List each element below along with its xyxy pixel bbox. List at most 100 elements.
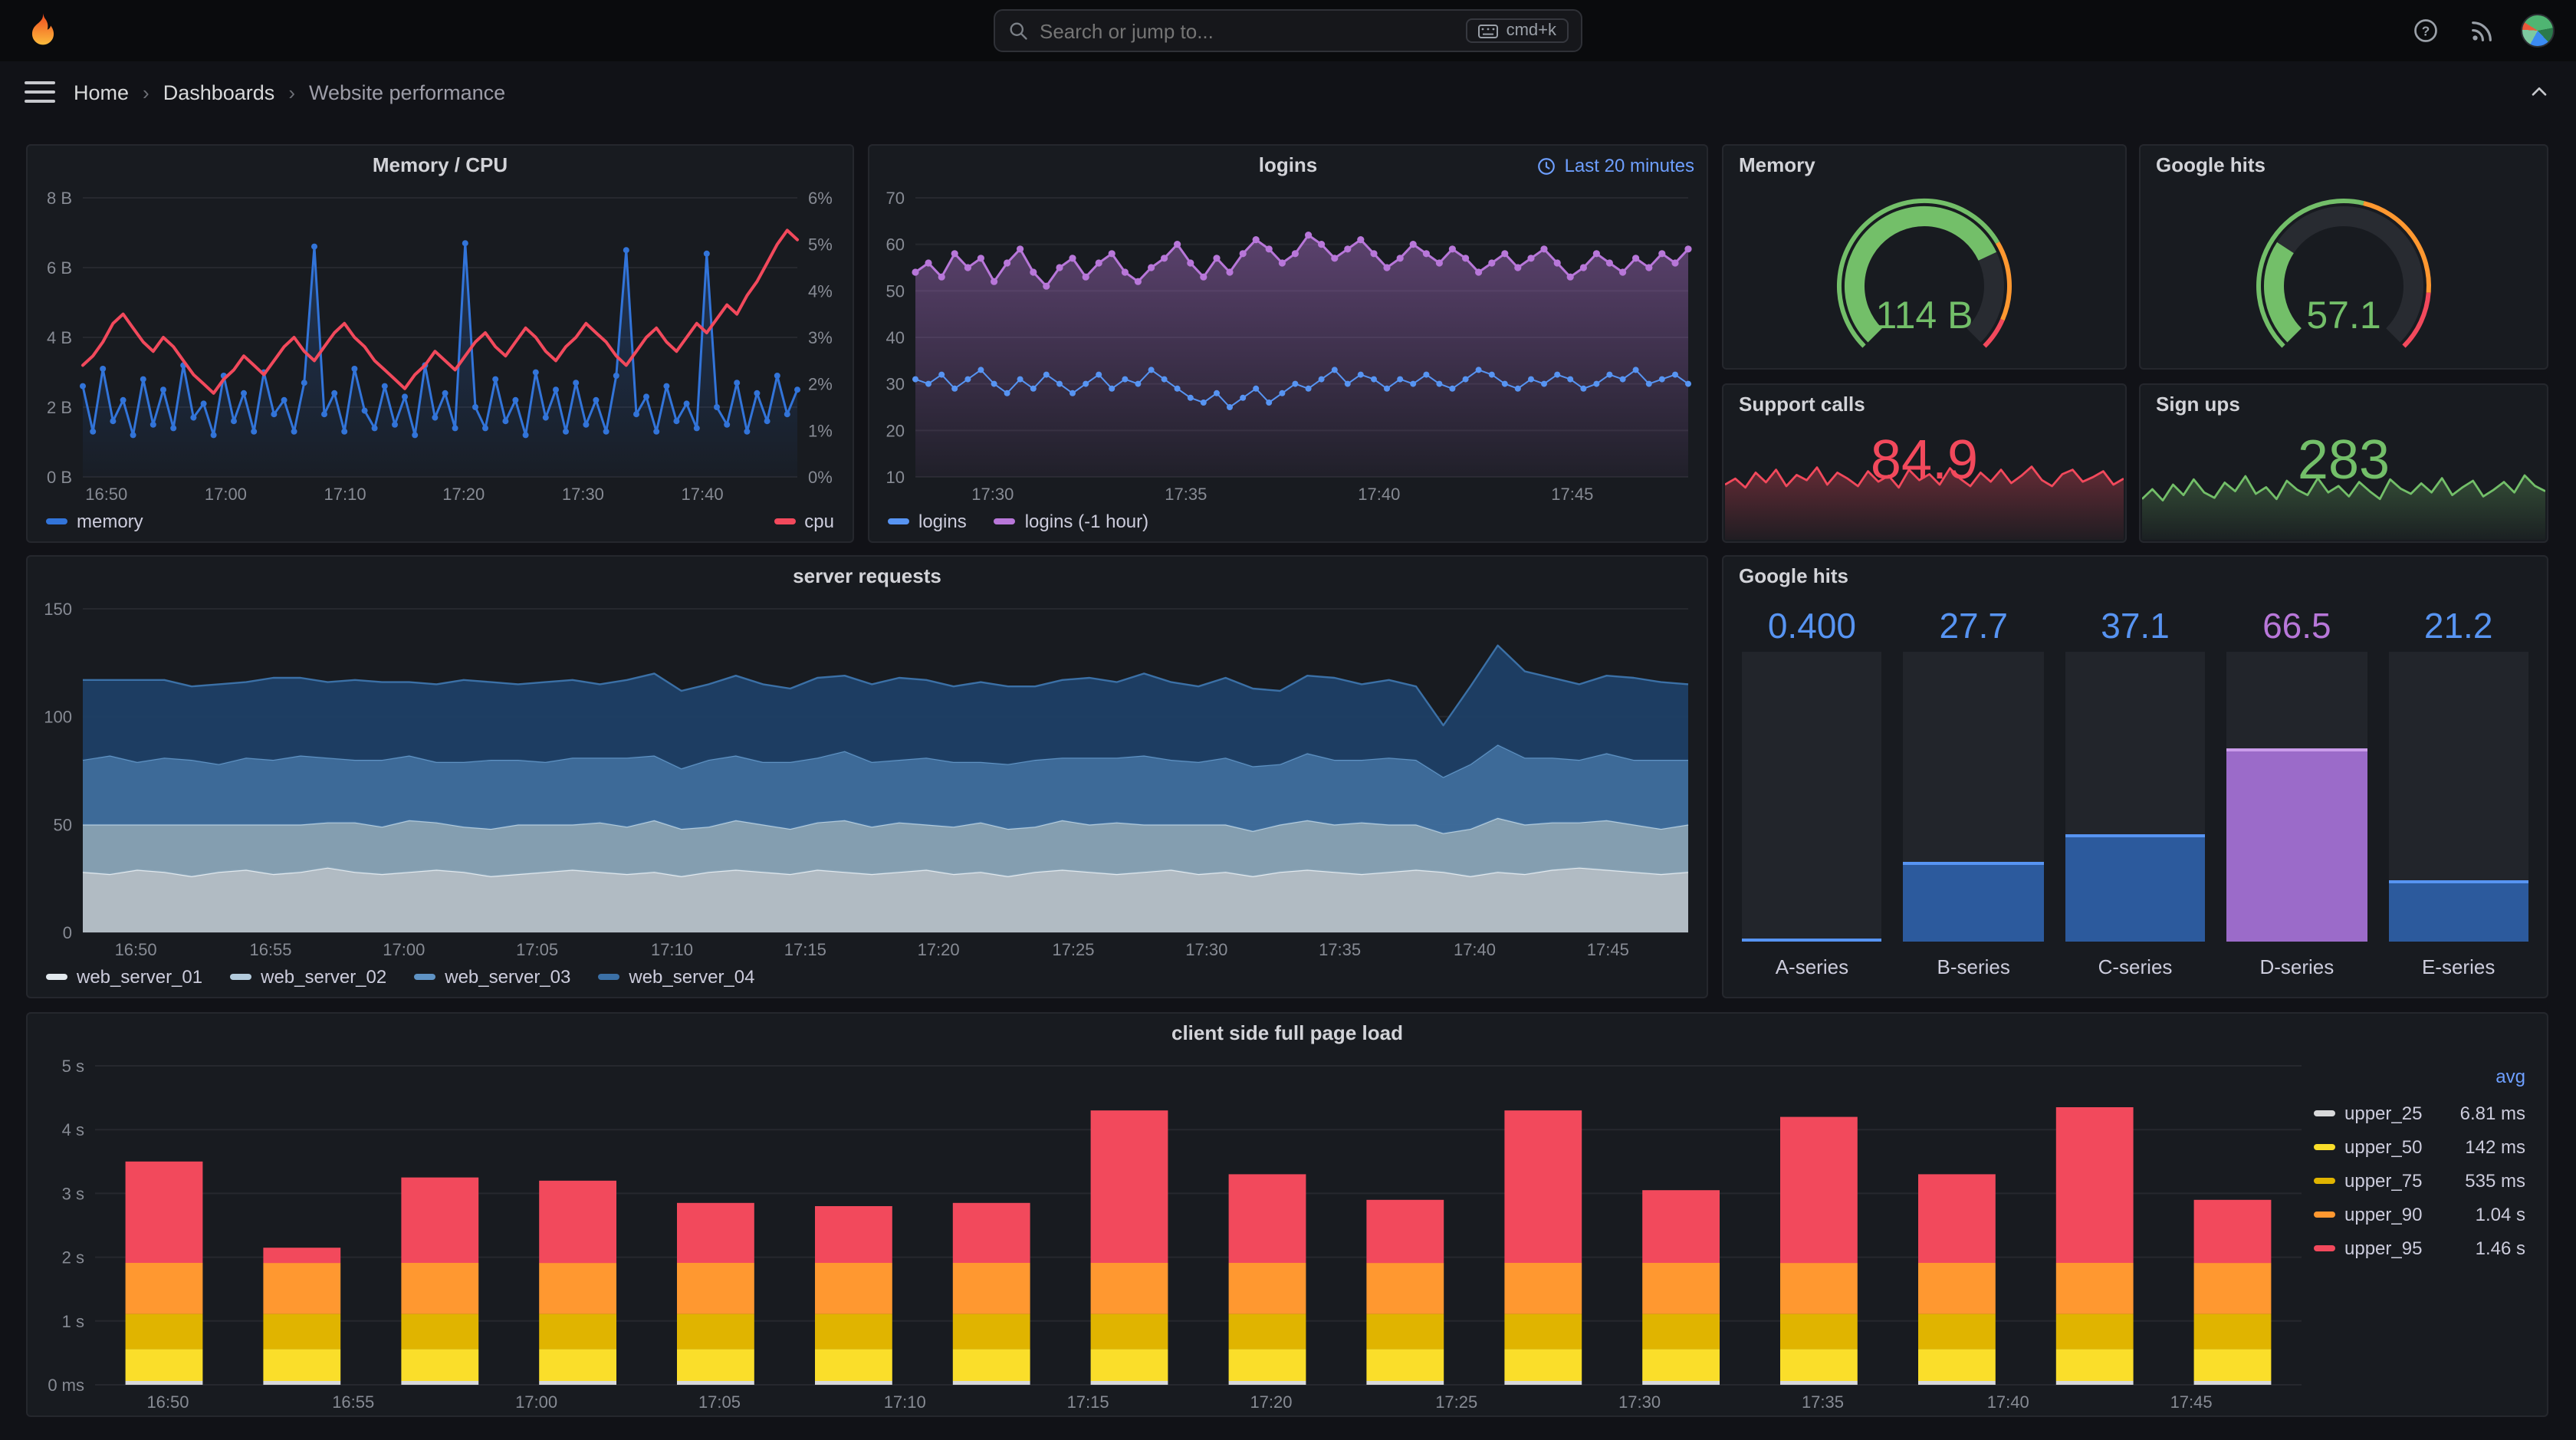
legend-item-upper_50[interactable]: upper_50 142 ms	[2314, 1132, 2525, 1161]
help-button[interactable]: ?	[2410, 15, 2441, 46]
panel-title[interactable]: Google hits	[1723, 557, 2547, 597]
svg-text:17:35: 17:35	[1165, 485, 1207, 504]
legend-label: logins (-1 hour)	[1024, 511, 1149, 532]
legend-item-web-server-01[interactable]: web_server_01	[46, 966, 202, 988]
panel-title[interactable]: Sign ups	[2141, 385, 2547, 425]
panel-title[interactable]: client side full page load	[28, 1014, 2547, 1054]
svg-text:17:20: 17:20	[918, 940, 960, 959]
panel-title[interactable]: server requests	[28, 557, 1707, 597]
svg-text:16:50: 16:50	[146, 1392, 189, 1412]
panel-title[interactable]: Support calls	[1723, 385, 2125, 425]
panel-title[interactable]: Google hits	[2141, 146, 2547, 186]
legend-label: web_server_04	[629, 966, 755, 988]
panel-memory-gauge: Memory 114 B	[1722, 144, 2127, 370]
legend-item-logins[interactable]: logins	[888, 511, 967, 532]
legend-item-logins-1hour[interactable]: logins (-1 hour)	[994, 511, 1148, 532]
svg-text:6 B: 6 B	[47, 258, 72, 278]
memory-gauge: 114 B	[1723, 186, 2125, 368]
legend-item-upper_25[interactable]: upper_25 6.81 ms	[2314, 1098, 2525, 1127]
svg-text:17:35: 17:35	[1319, 940, 1361, 959]
svg-text:0%: 0%	[808, 468, 833, 487]
panel-google-hits-bars: Google hits 0.400 A-series 27.7 B-series 37.…	[1722, 555, 2548, 998]
legend-label: web_server_03	[445, 966, 571, 988]
series-marker	[2314, 1143, 2335, 1149]
panel-time-range[interactable]: Last 20 minutes	[1537, 146, 1694, 186]
legend-avg-value: 142 ms	[2465, 1136, 2525, 1157]
legend-sort-avg[interactable]: avg	[2314, 1066, 2525, 1093]
legend-label: upper_25	[2344, 1102, 2423, 1123]
support-calls-stat: 84.9	[1723, 425, 2125, 541]
server-requests-chart[interactable]: 0 50 100 150 16:50 16:55 17:00 17:05 17:10 17:15 1…	[28, 597, 1707, 963]
bar-C-series: 37.1 C-series	[2065, 603, 2206, 985]
panel-memory-cpu: Memory / CPU 0 B 2 B 4 B 6 B 8 B 0% 1% 2% 3% 4% 5%…	[26, 144, 854, 543]
series-marker	[2314, 1244, 2335, 1251]
user-avatar[interactable]	[2521, 14, 2555, 48]
google-hits-bar-gauge: 0.400 A-series 27.7 B-series 37.1 C-series 66.…	[1723, 597, 2547, 997]
legend-item-web-server-02[interactable]: web_server_02	[230, 966, 386, 988]
search-input[interactable]	[1040, 19, 1456, 42]
svg-text:17:00: 17:00	[205, 485, 247, 504]
svg-text:17:25: 17:25	[1052, 940, 1094, 959]
series-marker	[598, 974, 620, 980]
legend-label: cpu	[804, 511, 834, 532]
bar-fill	[1903, 861, 2044, 942]
client-load-chart[interactable]: 0 ms 1 s 2 s 3 s 4 s 5 s 16:50 16:55 17:00 17:05 1…	[28, 1054, 2314, 1415]
svg-text:17:15: 17:15	[784, 940, 826, 959]
svg-text:30: 30	[886, 375, 905, 394]
svg-text:1 s: 1 s	[62, 1312, 84, 1331]
legend-item-upper_75[interactable]: upper_75 535 ms	[2314, 1165, 2525, 1195]
series-marker	[2314, 1211, 2335, 1217]
legend-label: upper_75	[2344, 1169, 2423, 1191]
memory-cpu-chart[interactable]: 0 B 2 B 4 B 6 B 8 B 0% 1% 2% 3% 4% 5% 6% 16:50 17:00 1…	[28, 186, 853, 508]
breadcrumb-home[interactable]: Home	[74, 81, 129, 104]
bar-track	[2065, 652, 2206, 942]
panel-server-requests: server requests 0 50 100 150 16:50 16:55 17:00…	[26, 555, 1708, 998]
legend-item-cpu[interactable]: cpu	[774, 511, 834, 532]
legend-item-web-server-04[interactable]: web_server_04	[598, 966, 755, 988]
collapse-topbar-button[interactable]	[2527, 80, 2551, 104]
logins-chart[interactable]: 10 20 30 40 50 60 70 17:30 17:35 17:40 17:45	[869, 186, 1707, 508]
panel-title[interactable]: logins Last 20 minutes	[869, 146, 1707, 186]
svg-text:4 s: 4 s	[62, 1120, 84, 1139]
svg-text:16:50: 16:50	[85, 485, 127, 504]
svg-text:150: 150	[44, 600, 72, 619]
bar-fill	[2388, 879, 2529, 942]
legend-avg-value: 1.04 s	[2475, 1203, 2525, 1225]
menu-toggle-button[interactable]	[25, 77, 55, 107]
svg-text:17:00: 17:00	[383, 940, 425, 959]
panel-title[interactable]: Memory	[1723, 146, 2125, 186]
svg-text:3%: 3%	[808, 328, 833, 347]
legend-item-web-server-03[interactable]: web_server_03	[414, 966, 570, 988]
svg-text:17:00: 17:00	[515, 1392, 557, 1412]
legend-item-upper_90[interactable]: upper_90 1.04 s	[2314, 1199, 2525, 1228]
legend: web_server_01 web_server_02 web_server_0…	[28, 963, 1707, 997]
breadcrumb: Home › Dashboards › Website performance	[74, 81, 505, 104]
help-icon: ?	[2414, 19, 2437, 42]
panel-title[interactable]: Memory / CPU	[28, 146, 853, 186]
svg-text:5 s: 5 s	[62, 1057, 84, 1076]
svg-text:50: 50	[886, 281, 905, 301]
news-button[interactable]	[2466, 15, 2496, 46]
dashboard-canvas: Memory / CPU 0 B 2 B 4 B 6 B 8 B 0% 1% 2% 3% 4% 5%…	[0, 123, 2576, 1440]
svg-text:70: 70	[886, 189, 905, 208]
grafana-logo[interactable]	[21, 9, 64, 52]
svg-text:50: 50	[54, 815, 72, 834]
bar-value: 27.7	[1939, 606, 2008, 646]
svg-text:17:30: 17:30	[562, 485, 604, 504]
grafana-app: cmd+k ? Home › Dashboards	[0, 0, 2576, 1440]
panel-sign-ups: Sign ups 283	[2139, 383, 2548, 543]
legend-item-upper_95[interactable]: upper_95 1.46 s	[2314, 1233, 2525, 1262]
shortcut-badge: cmd+k	[1466, 18, 1569, 43]
breadcrumb-bar: Home › Dashboards › Website performance	[0, 61, 2576, 123]
legend-label: web_server_01	[77, 966, 203, 988]
legend-item-memory[interactable]: memory	[46, 511, 143, 532]
svg-text:17:35: 17:35	[1802, 1392, 1844, 1412]
svg-text:16:55: 16:55	[332, 1392, 374, 1412]
bar-D-series: 66.5 D-series	[2226, 603, 2367, 985]
svg-text:5%: 5%	[808, 235, 833, 255]
legend-avg-value: 1.46 s	[2475, 1237, 2525, 1258]
search-box[interactable]: cmd+k	[994, 9, 1582, 52]
svg-text:17:05: 17:05	[516, 940, 558, 959]
breadcrumb-dashboards[interactable]: Dashboards	[163, 81, 275, 104]
svg-text:17:10: 17:10	[884, 1392, 926, 1412]
